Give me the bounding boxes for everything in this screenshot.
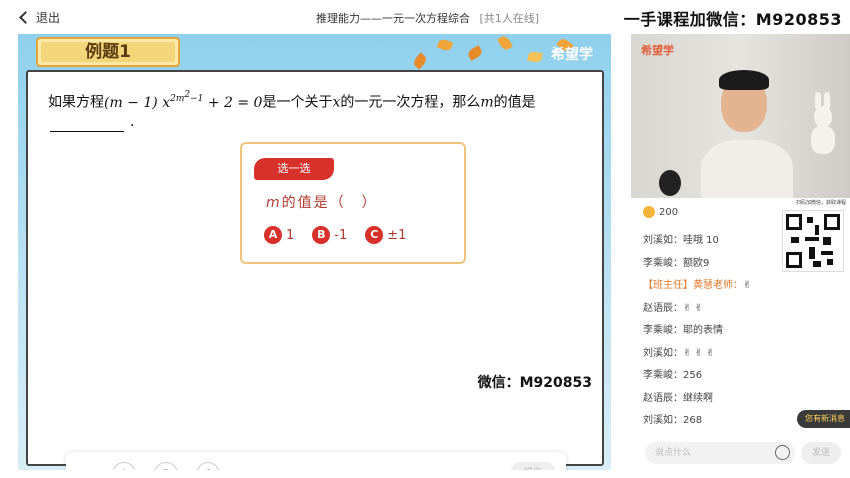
chat-message: 李乘峻：耶的表情	[643, 325, 723, 336]
watermark: 一手课程加微信：M920853	[623, 10, 842, 29]
chat-message: 李乘峻：256	[643, 370, 703, 381]
video-logo: 希望学	[641, 44, 674, 57]
answer-button-a[interactable]: A	[112, 462, 136, 470]
plush-toy	[808, 92, 836, 154]
lesson-title-text: 推理能力——一元一次方程综合	[316, 12, 470, 25]
choice-var: m	[266, 195, 282, 211]
option-value: 1	[286, 227, 295, 243]
side-panel: 希望学 200 扫码加微信，获取课程 刘溪如：哇哦 10 李乘峻：额欧9 【班主…	[631, 34, 850, 478]
wechat-watermark: 微信：M920853	[477, 375, 592, 391]
coin-count: 200	[643, 206, 678, 218]
chat-message: 【班主任】黄慧老师：✌	[643, 280, 752, 291]
send-button[interactable]: 发送	[801, 442, 841, 464]
new-message-button[interactable]: 您有新消息	[797, 410, 850, 428]
question-card: 如果方程(m − 1) x2m2−1 + 2 = 0是一个关于x的一元一次方程，…	[26, 70, 604, 470]
online-count: [共1人在线]	[479, 12, 540, 25]
qr-caption: 扫码加微信，获取课程	[795, 200, 846, 206]
lesson-title: 推理能力——一元一次方程综合 [共1人在线]	[316, 10, 539, 26]
chat-message: 李乘峻：额欧9	[643, 257, 710, 269]
question-suffix: 是一个关于	[262, 94, 333, 111]
option-value: -1	[334, 227, 348, 243]
choice-options: A1 B -1 C ±1	[264, 226, 406, 244]
submit-button[interactable]: 提交	[510, 462, 556, 470]
back-button[interactable]: 退出	[18, 9, 60, 26]
answer-button-c[interactable]: C	[196, 462, 220, 470]
choice-tag: 选一选	[254, 158, 334, 180]
coin-value: 200	[659, 206, 679, 218]
equation: (m − 1) x2m2−1 + 2 = 0	[104, 90, 263, 111]
brand-logo: 希望学	[551, 47, 593, 63]
chat-input[interactable]: 说点什么	[645, 442, 795, 464]
qr-code	[782, 210, 844, 272]
emoji-icon[interactable]	[775, 445, 790, 460]
answer-blank	[50, 118, 124, 132]
choice-box: 选一选 m的值是（ ） A1 B -1 C ±1	[240, 142, 466, 264]
chat-list: 刘溪如：哇哦 10 李乘峻：额欧9 【班主任】黄慧老师：✌ 赵语辰：✌ ✌ 李乘…	[643, 230, 751, 433]
slide-stage: 例题1 希望学 如果方程(m − 1) x2m2−1 + 2 = 0是一个关于x…	[18, 34, 611, 470]
option-value: ±1	[387, 227, 407, 243]
coin-icon	[643, 206, 655, 218]
option-b: B -1	[312, 226, 347, 244]
period: .	[130, 114, 135, 130]
choice-question: m的值是（ ）	[266, 192, 378, 212]
chat-message: 刘溪如：268	[643, 415, 703, 426]
chat-message: 刘溪如：哇哦 10	[643, 235, 719, 246]
option-letter: A	[264, 226, 282, 244]
question-end: 的值是	[493, 94, 536, 111]
choice-ask-text: 的值是（ ）	[281, 195, 378, 211]
option-letter: C	[365, 226, 384, 244]
collapse-icon[interactable]: «	[74, 464, 84, 470]
question-mid: 的一元一次方程，那么	[340, 94, 481, 111]
back-label: 退出	[36, 11, 61, 25]
question-text: 如果方程(m − 1) x2m2−1 + 2 = 0是一个关于x的一元一次方程，…	[48, 84, 536, 114]
var-m: m	[480, 94, 494, 111]
chevron-left-icon	[19, 11, 32, 24]
teacher-figure	[701, 68, 793, 198]
top-bar: 退出 推理能力——一元一次方程综合 [共1人在线] 一手课程加微信：M92085…	[0, 0, 850, 34]
chat-message: 赵语辰：继续啊	[643, 392, 713, 404]
answer-bar: « A B C 提交	[66, 452, 566, 470]
option-a: A1	[264, 226, 294, 244]
option-letter: B	[312, 226, 331, 244]
chat-message: 赵语辰：✌ ✌	[643, 302, 703, 314]
example-badge: 例题1	[36, 37, 180, 67]
microphone	[659, 170, 681, 196]
answer-button-b[interactable]: B	[154, 462, 178, 470]
teacher-video: 希望学	[631, 34, 850, 198]
option-c: C ±1	[365, 226, 406, 244]
chat-message: 刘溪如：✌ ✌ ✌	[643, 347, 715, 359]
question-prefix: 如果方程	[48, 94, 104, 111]
